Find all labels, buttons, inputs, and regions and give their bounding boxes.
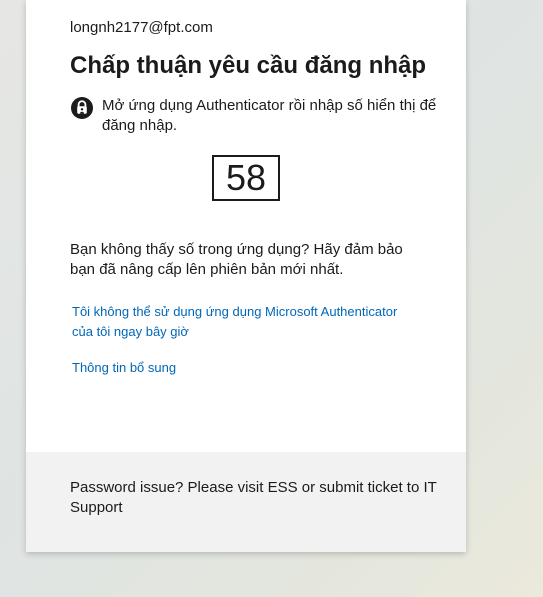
sign-in-card: longnh2177@fpt.com Chấp thuận yêu cầu đă… (26, 0, 466, 552)
instruction-text: Mở ứng dụng Authenticator rồi nhập số hi… (102, 97, 437, 134)
footer-banner: Password issue? Please visit ESS or subm… (26, 452, 466, 552)
cannot-use-authenticator-link[interactable]: Tôi không thể sử dụng ứng dụng Microsoft… (72, 302, 417, 342)
footer-text: Password issue? Please visit ESS or subm… (70, 479, 437, 516)
authenticator-lock-icon (71, 97, 93, 119)
hint-text: Bạn không thấy số trong ứng dụng? Hãy đả… (70, 241, 403, 278)
account-email: longnh2177@fpt.com (70, 19, 213, 36)
more-information-link[interactable]: Thông tin bổ sung (72, 358, 176, 378)
sign-in-number: 58 (212, 155, 280, 201)
page-title: Chấp thuận yêu cầu đăng nhập (70, 52, 427, 79)
